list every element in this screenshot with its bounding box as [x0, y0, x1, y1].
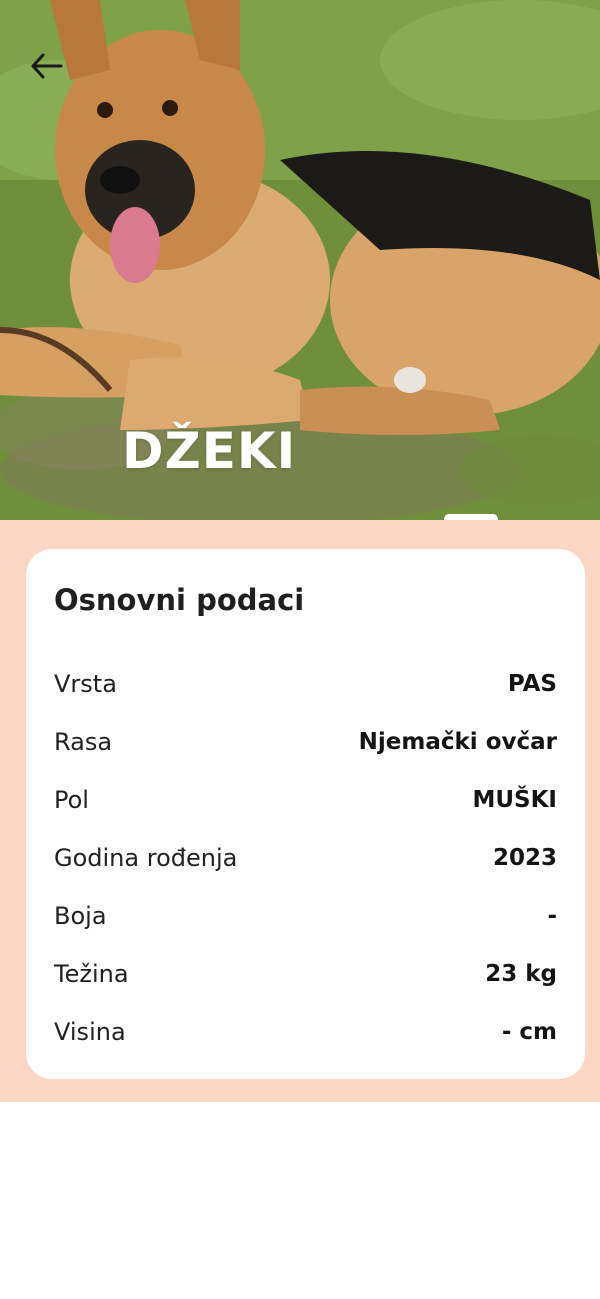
- info-row-sex: Pol MUŠKI: [54, 771, 557, 829]
- info-row-value: PAS: [507, 671, 557, 697]
- pet-photo-header: DŽEKI: [0, 0, 600, 520]
- arrow-left-icon: [31, 53, 63, 79]
- info-row-label: Težina: [54, 960, 129, 988]
- pet-name-title: DŽEKI: [122, 422, 297, 480]
- info-row-breed: Rasa Njemački ovčar: [54, 713, 557, 771]
- info-row-value: - cm: [501, 1019, 557, 1045]
- info-row-height: Visina - cm: [54, 1003, 557, 1061]
- info-row-value: 2023: [492, 845, 557, 871]
- info-row-value: -: [547, 903, 557, 929]
- basic-info-card: Osnovni podaci Vrsta PAS Rasa Njemački o…: [26, 549, 585, 1079]
- info-row-label: Rasa: [54, 728, 113, 756]
- info-row-value: MUŠKI: [472, 787, 557, 813]
- info-row-weight: Težina 23 kg: [54, 945, 557, 1003]
- info-section: Osnovni podaci Vrsta PAS Rasa Njemački o…: [0, 520, 600, 1102]
- info-row-label: Vrsta: [54, 670, 117, 698]
- info-row-color: Boja -: [54, 887, 557, 945]
- pet-photo: [0, 0, 600, 520]
- card-title: Osnovni podaci: [54, 583, 305, 617]
- info-row-birth-year: Godina rođenja 2023: [54, 829, 557, 887]
- info-row-species: Vrsta PAS: [54, 655, 557, 713]
- info-row-label: Pol: [54, 786, 89, 814]
- info-row-label: Godina rođenja: [54, 844, 238, 872]
- info-row-value: 23 kg: [485, 961, 557, 987]
- info-row-label: Visina: [54, 1018, 126, 1046]
- info-rows: Vrsta PAS Rasa Njemački ovčar Pol MUŠKI …: [54, 655, 557, 1061]
- info-row-label: Boja: [54, 902, 107, 930]
- pet-details-screen: DŽEKI Osnovni podaci Vrsta PAS Rasa Njem…: [0, 0, 600, 1299]
- back-button[interactable]: [26, 48, 66, 84]
- info-row-value: Njemački ovčar: [358, 729, 557, 755]
